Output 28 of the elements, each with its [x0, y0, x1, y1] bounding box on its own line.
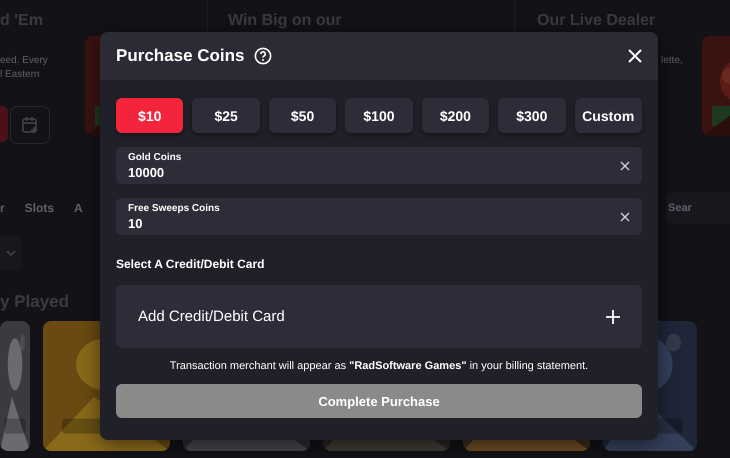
amount-button[interactable]: $50 [268, 98, 336, 133]
field-label: Free Sweeps Coins [128, 202, 221, 214]
plus-icon [606, 310, 620, 324]
dialog-title: Purchase Coins [116, 46, 244, 66]
search-field[interactable]: Sear [666, 192, 730, 224]
promo-text: l Eastern [0, 68, 40, 82]
field-value: 10 [128, 216, 144, 230]
close-icon[interactable] [628, 49, 642, 63]
section-heading: Select A Credit/Debit Card [116, 257, 266, 271]
amount-button[interactable]: $25 [192, 98, 260, 133]
help-icon[interactable] [254, 47, 272, 65]
field-label: Gold Coins [128, 152, 182, 162]
coin-field[interactable]: Gold Coins 10000 [116, 147, 642, 184]
amount-button[interactable]: $100 [345, 98, 413, 133]
amount-button[interactable]: $300 [498, 98, 566, 133]
promo-text: eed. Every [0, 54, 49, 68]
chevron-icon [6, 250, 16, 256]
promo-text: lette, [661, 54, 684, 68]
field-value: 10000 [128, 164, 166, 180]
amount-button[interactable]: $200 [422, 98, 490, 133]
amount-button[interactable]: $10 [116, 98, 184, 133]
add-card-button[interactable]: Add Credit/Debit Card [116, 285, 642, 348]
amount-button[interactable]: Custom [574, 98, 642, 133]
clear-icon[interactable] [620, 160, 630, 170]
merchant-note: Transaction merchant will appear as "RadSoftware Games" in your billing statement. [168, 360, 590, 372]
clear-icon[interactable] [620, 212, 630, 222]
coin-field[interactable]: Free Sweeps Coins 10 [116, 198, 642, 235]
calendar-icon [22, 116, 38, 134]
